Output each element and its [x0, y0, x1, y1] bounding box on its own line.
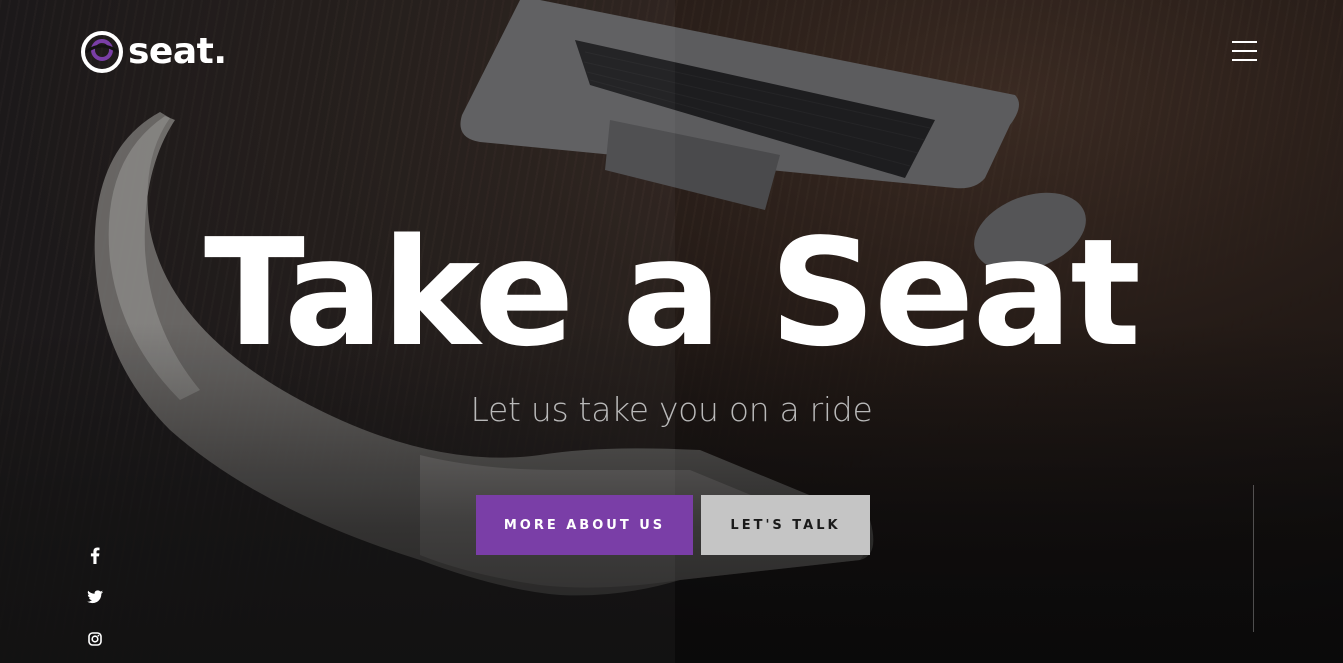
instagram-link[interactable] [84, 628, 106, 650]
logo-seat-icon [81, 31, 123, 73]
facebook-link[interactable] [84, 544, 106, 566]
lets-talk-button[interactable]: LET'S TALK [701, 495, 870, 555]
facebook-icon [90, 547, 100, 564]
twitter-link[interactable] [84, 586, 106, 608]
more-about-us-button[interactable]: MORE ABOUT US [476, 495, 693, 555]
logo-text: seat. [128, 31, 227, 72]
twitter-icon [87, 590, 103, 604]
hamburger-menu-button[interactable] [1228, 38, 1260, 64]
hamburger-line [1232, 50, 1257, 52]
hamburger-line [1232, 59, 1257, 61]
instagram-icon [88, 632, 102, 646]
site-logo[interactable]: seat. [80, 30, 227, 74]
hero-subtitle: Let us take you on a ride [470, 390, 873, 429]
hamburger-menu-icon [1232, 41, 1257, 43]
side-divider-line [1253, 485, 1254, 632]
hero-title: Take a Seat [203, 207, 1141, 379]
